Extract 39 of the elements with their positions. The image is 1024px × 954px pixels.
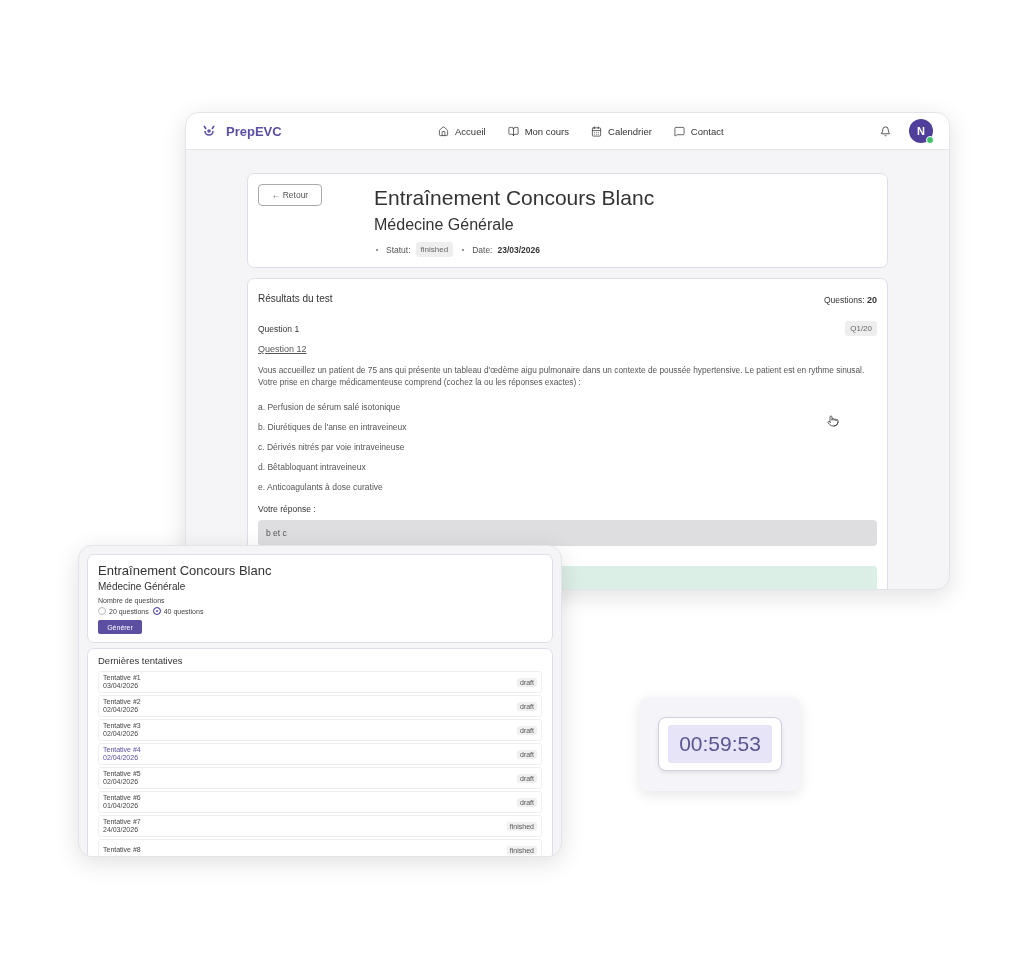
exam-subtitle: Médecine Générale bbox=[374, 216, 515, 234]
exam-title: Entraînement Concours Blanc bbox=[98, 563, 273, 578]
answer-field: b et c bbox=[258, 520, 877, 547]
results-title: Résultats du test bbox=[258, 292, 333, 304]
app-logo[interactable]: PrepEVC bbox=[226, 123, 282, 139]
status-label: Statut: bbox=[386, 244, 411, 255]
question-text: Vous accueillez un patient de 75 ans qui présente un tableau d'œdème aigu pulmonaire dans un contexte de poussée hypertensive. Le patient est en rythme sinusal. Votre prise en charge médicamenteuse comprend (cochez la ou les réponses exactes) : bbox=[258, 364, 866, 389]
bell-icon[interactable] bbox=[880, 125, 891, 137]
date-value: 23/03/2026 bbox=[497, 244, 541, 255]
nav-link[interactable]: Calendrier bbox=[591, 125, 652, 137]
avatar[interactable]: N bbox=[909, 119, 933, 143]
answer-option: c. Dérivés nitrés par voie intraveineuse bbox=[258, 442, 877, 453]
answer-option: e. Anticoagulants à dose curative bbox=[258, 482, 877, 493]
nav-link[interactable]: Accueil bbox=[438, 125, 486, 137]
nav-link[interactable]: Contact bbox=[673, 125, 724, 137]
back-button[interactable]: ← Retour bbox=[258, 184, 322, 206]
book-icon bbox=[507, 125, 519, 137]
question-link[interactable]: Question 12 bbox=[258, 344, 877, 354]
logo-icon bbox=[202, 124, 216, 138]
count-label: Questions: bbox=[823, 295, 866, 305]
question-badge: Q1/20 bbox=[845, 321, 877, 336]
online-dot-icon bbox=[926, 136, 934, 144]
count-value: 20 bbox=[867, 295, 877, 305]
timer-value: 00:59:53 bbox=[668, 725, 772, 763]
question-heading: Question 1 bbox=[258, 323, 300, 334]
answer-label: Votre réponse : bbox=[258, 504, 317, 515]
status-badge: finished bbox=[415, 242, 454, 257]
house-icon bbox=[438, 125, 450, 137]
nav-link[interactable]: Mon cours bbox=[507, 125, 569, 137]
answer-option: b. Diurétiques de l'anse en intraveineux bbox=[258, 422, 877, 433]
calendar-icon bbox=[591, 125, 602, 137]
hand-cursor-icon bbox=[827, 415, 839, 427]
attempts-title: Dernières tentatives bbox=[98, 655, 184, 667]
date-label: Date: bbox=[472, 244, 493, 255]
exam-subtitle: Médecine Générale bbox=[98, 581, 187, 592]
chat-icon bbox=[673, 125, 685, 137]
exam-title: Entraînement Concours Blanc bbox=[374, 186, 656, 210]
answer-option: d. Bêtabloquant intraveineux bbox=[258, 462, 877, 473]
answer-option: a. Perfusion de sérum salé isotonique bbox=[258, 402, 877, 413]
